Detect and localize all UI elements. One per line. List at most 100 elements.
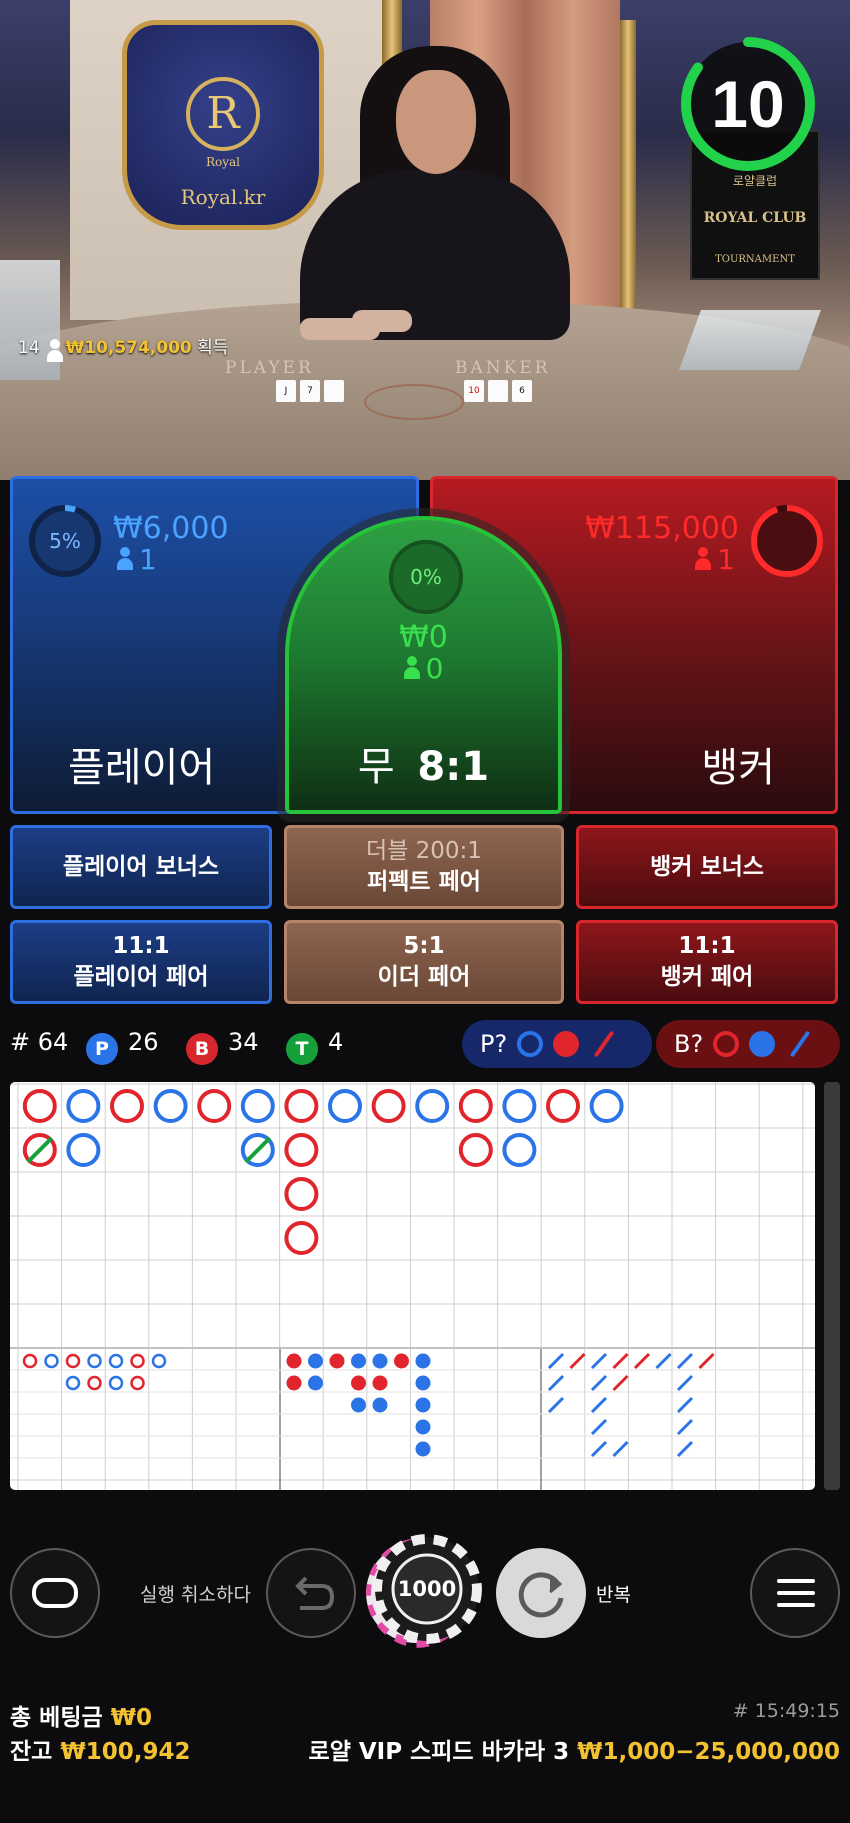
bead-marker — [87, 1353, 102, 1369]
tie-dot-icon: T — [286, 1033, 318, 1065]
ties-value: 4 — [328, 1028, 344, 1056]
banker-bonus-button[interactable]: 뱅커 보너스 — [576, 825, 838, 909]
banker-win-marker — [284, 1221, 319, 1255]
cockroach-slash — [698, 1352, 715, 1370]
banker-table-label: BANKER — [455, 358, 551, 378]
banker-predict-button[interactable]: B? — [656, 1020, 840, 1068]
small-road-dot — [351, 1353, 366, 1369]
cockroach-slash — [590, 1396, 608, 1414]
countdown-number: 10 — [711, 67, 785, 141]
cockroach-slash — [590, 1352, 608, 1370]
bead-marker — [22, 1353, 38, 1369]
player-pair-button[interactable]: 11:1 플레이어 페어 — [10, 920, 272, 1004]
cockroach-slash — [676, 1374, 694, 1392]
club-sub: 로얄클럽 — [732, 174, 778, 188]
blue-slash-icon — [789, 1030, 811, 1058]
tie-percentage: 0% — [389, 540, 463, 614]
chip-tray-button[interactable] — [10, 1548, 100, 1638]
banker-predict-label: B? — [674, 1030, 704, 1058]
cockroach-slash — [612, 1374, 629, 1392]
discard-tray — [679, 310, 821, 370]
person-icon — [47, 339, 64, 362]
cockroach-slash — [612, 1440, 629, 1458]
winners-suffix: 획득 — [197, 338, 229, 358]
bead-marker — [130, 1375, 145, 1391]
repeat-label: 반복 — [596, 1584, 631, 1606]
player-win-marker — [589, 1089, 624, 1123]
player-bet-total: ₩6,000 — [113, 511, 229, 546]
banker-wins: B 34 — [186, 1028, 259, 1065]
bead-marker — [87, 1375, 102, 1391]
bead-marker — [151, 1353, 167, 1369]
card-shoe — [0, 260, 60, 380]
cockroach-slash — [676, 1418, 694, 1436]
bead-marker — [108, 1353, 124, 1369]
cockroach-slash — [612, 1352, 629, 1370]
repeat-icon — [518, 1572, 564, 1618]
cockroach-slash — [590, 1418, 608, 1436]
small-road-dot — [415, 1353, 431, 1369]
player-win-marker — [240, 1133, 275, 1167]
stats-bar: # 64 P 26 B 34 T4 P? B? — [0, 1020, 850, 1068]
tie-bet-spot[interactable]: 0% ₩0 0 무 8:1 — [285, 516, 562, 814]
either-pair-button[interactable]: 5:1 이더 페어 — [284, 920, 564, 1004]
small-road-dot — [415, 1419, 431, 1435]
banker-win-marker — [197, 1089, 232, 1123]
roadmap-scrollbar[interactable] — [824, 1082, 840, 1490]
table-name: 로얄 VIP 스피드 바카라 3 — [308, 1739, 570, 1765]
winners-amount: ₩10,574,000 — [65, 338, 192, 358]
balance: 잔고 ₩100,942 — [10, 1732, 190, 1766]
banker-win-marker — [458, 1089, 493, 1123]
hash-symbol: # — [10, 1028, 31, 1056]
bead-marker — [44, 1353, 59, 1369]
scoreboard-roadmap — [10, 1082, 815, 1490]
player-win-marker — [415, 1089, 450, 1123]
player-wins: P 26 — [86, 1028, 159, 1065]
logo-sub: Royal — [205, 155, 241, 169]
bead-marker — [65, 1353, 81, 1369]
repeat-button[interactable] — [496, 1548, 586, 1638]
banker-win-marker — [371, 1089, 406, 1123]
player-card — [324, 380, 344, 402]
player-bonus-button[interactable]: 플레이어 보너스 — [10, 825, 272, 909]
small-road-dot — [286, 1353, 302, 1369]
winners-info: 14 ₩10,574,000 획득 — [18, 333, 229, 362]
menu-icon — [777, 1603, 815, 1607]
logo-text: Royal.kr — [180, 185, 266, 209]
player-win-marker — [502, 1133, 537, 1167]
small-road-dot — [351, 1397, 366, 1413]
player-bettor-count: 1 — [117, 543, 157, 576]
royal-logo: R Royal Royal.kr — [122, 20, 324, 230]
perfect-pair-button[interactable]: 더블 200:1 퍼펙트 페어 — [284, 825, 564, 909]
menu-icon — [777, 1579, 815, 1583]
perfect-pair-odds: 더블 200:1 — [366, 838, 482, 864]
table-emblem — [364, 384, 464, 420]
small-road-dot — [415, 1397, 431, 1413]
small-road-dot — [308, 1375, 323, 1391]
undo-button[interactable] — [266, 1548, 356, 1638]
banker-card — [488, 380, 508, 402]
player-card: J — [276, 380, 296, 402]
banker-pair-button[interactable]: 11:1 뱅커 페어 — [576, 920, 838, 1004]
tie-label: 무 8:1 — [289, 734, 558, 792]
tie-label-text: 무 — [357, 744, 395, 790]
small-road-dot — [351, 1375, 366, 1391]
banker-count-value: 1 — [717, 543, 735, 576]
red-slash-icon — [593, 1030, 615, 1058]
small-road-dot — [394, 1353, 409, 1369]
small-road-dot — [372, 1375, 388, 1391]
bead-marker — [65, 1375, 81, 1391]
banker-win-marker — [22, 1133, 57, 1167]
banker-wins-value: 34 — [228, 1028, 259, 1056]
person-icon — [117, 547, 133, 571]
person-icon — [695, 547, 712, 571]
player-predict-button[interactable]: P? — [462, 1020, 652, 1068]
cockroach-slash — [676, 1352, 694, 1370]
chip-value: 1000 — [397, 1577, 457, 1601]
banker-win-marker — [284, 1177, 319, 1211]
menu-button[interactable] — [750, 1548, 840, 1638]
player-win-marker — [66, 1133, 101, 1167]
gold-pillar — [620, 20, 636, 320]
cockroach-slash — [676, 1440, 694, 1458]
player-wins-value: 26 — [128, 1028, 159, 1056]
